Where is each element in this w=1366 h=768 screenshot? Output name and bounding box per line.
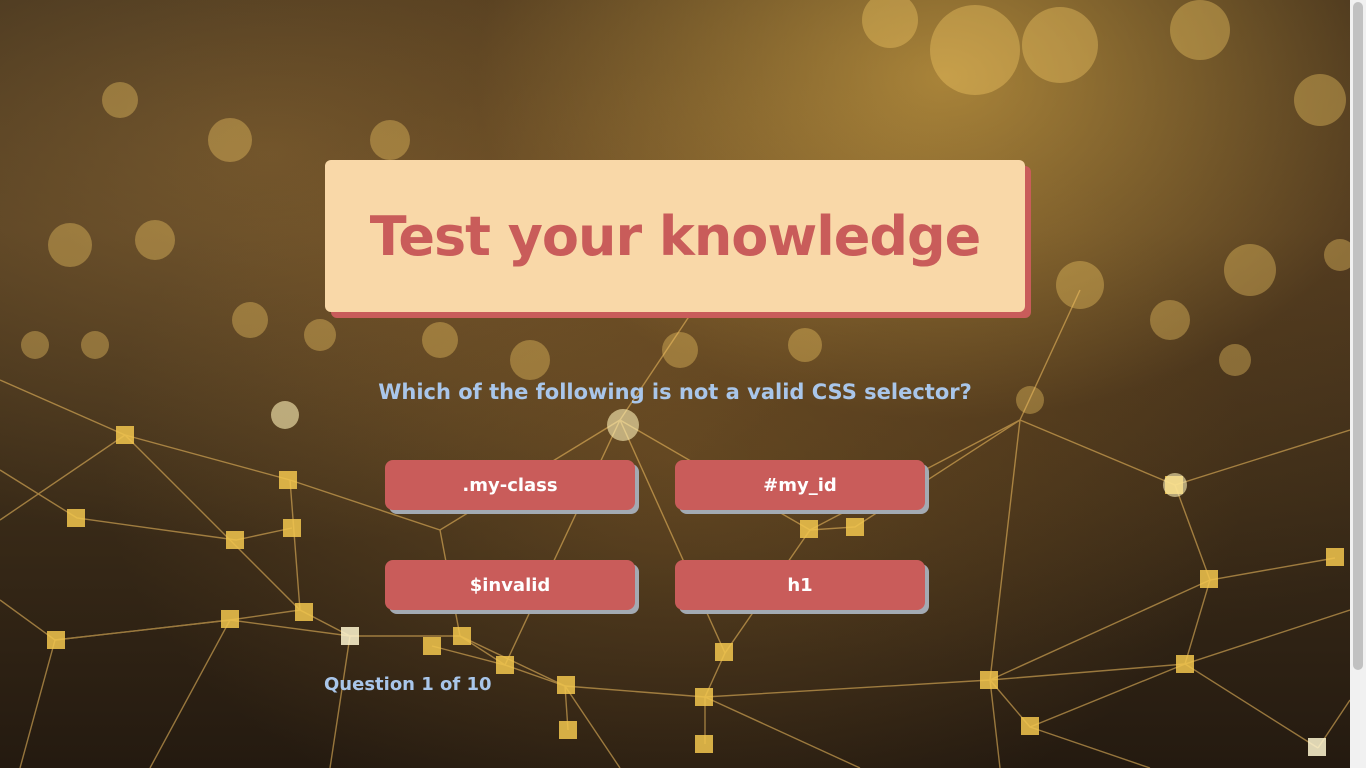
question-progress: Question 1 of 10	[324, 674, 492, 695]
title-card: Test your knowledge	[325, 160, 1025, 312]
answer-button-1[interactable]: .my-class	[385, 460, 635, 510]
answer-button-3[interactable]: $invalid	[385, 560, 635, 610]
vertical-scrollbar[interactable]	[1350, 0, 1366, 768]
scrollbar-thumb[interactable]	[1353, 2, 1363, 670]
question-text: Which of the following is not a valid CS…	[378, 380, 972, 404]
answer-button-4[interactable]: h1	[675, 560, 925, 610]
answer-grid: .my-class #my_id $invalid h1	[385, 460, 930, 620]
page-title: Test your knowledge	[369, 204, 982, 268]
answer-button-2[interactable]: #my_id	[675, 460, 925, 510]
